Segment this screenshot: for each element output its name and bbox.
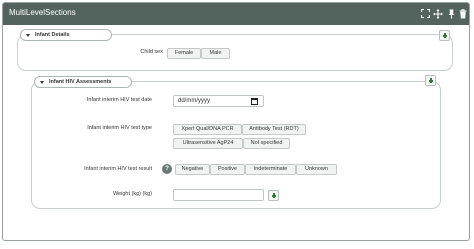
multi-level-sections-panel: MultiLevelSections Infant Details Child … [2,2,470,241]
test-result-unknown-option[interactable]: Unknown [296,164,337,175]
child-sex-label: Child sex [140,49,163,55]
expand-icon[interactable] [419,7,431,21]
test-result-label: Infant interim HIV test result [84,166,152,172]
test-result-positive-option[interactable]: Positive [210,164,245,175]
infant-details-legend-label: Infant Details [35,32,70,38]
pin-icon[interactable] [445,7,457,21]
add-infant-details-button[interactable] [439,30,450,41]
move-icon[interactable] [432,7,444,21]
add-weight-button[interactable] [268,190,279,201]
chevron-down-icon [26,34,30,37]
calendar-icon[interactable] [251,98,258,105]
test-date-label: Infant interim HIV test date [86,97,152,103]
chevron-down-icon [40,81,44,84]
test-type-not-specified-option[interactable]: Not specified [243,138,290,149]
test-type-label: Infant interim HIV test type [87,125,152,131]
test-date-placeholder: dd/mm/yyyy [178,98,211,104]
test-type-ultrasensitive-option[interactable]: Ultrasensitive AgP24 [173,138,243,149]
test-type-xpert-option[interactable]: Xpert Qual/DNA PCR [173,124,242,135]
hiv-assessments-legend-label: Infant HIV Assessments [49,79,112,85]
add-hiv-assessment-button[interactable] [425,75,436,86]
trash-icon[interactable] [457,7,469,21]
test-type-antibody-option[interactable]: Antibody Test (RDT) [242,124,306,135]
hiv-assessments-legend[interactable]: Infant HIV Assessments [34,76,132,88]
test-result-indeterminate-option[interactable]: Indeterminate [245,164,296,175]
weight-label: Weight (kg) (kg) [112,191,152,197]
help-icon[interactable]: ? [162,164,172,174]
child-sex-male-option[interactable]: Male [201,48,230,59]
test-date-input[interactable]: dd/mm/yyyy [173,95,264,107]
panel-header: MultiLevelSections [3,3,469,25]
panel-title: MultiLevelSections [9,8,76,17]
weight-input[interactable] [173,189,264,201]
child-sex-female-option[interactable]: Female [167,48,201,59]
test-result-negative-option[interactable]: Negative [175,164,210,175]
infant-details-legend[interactable]: Infant Details [20,29,112,41]
